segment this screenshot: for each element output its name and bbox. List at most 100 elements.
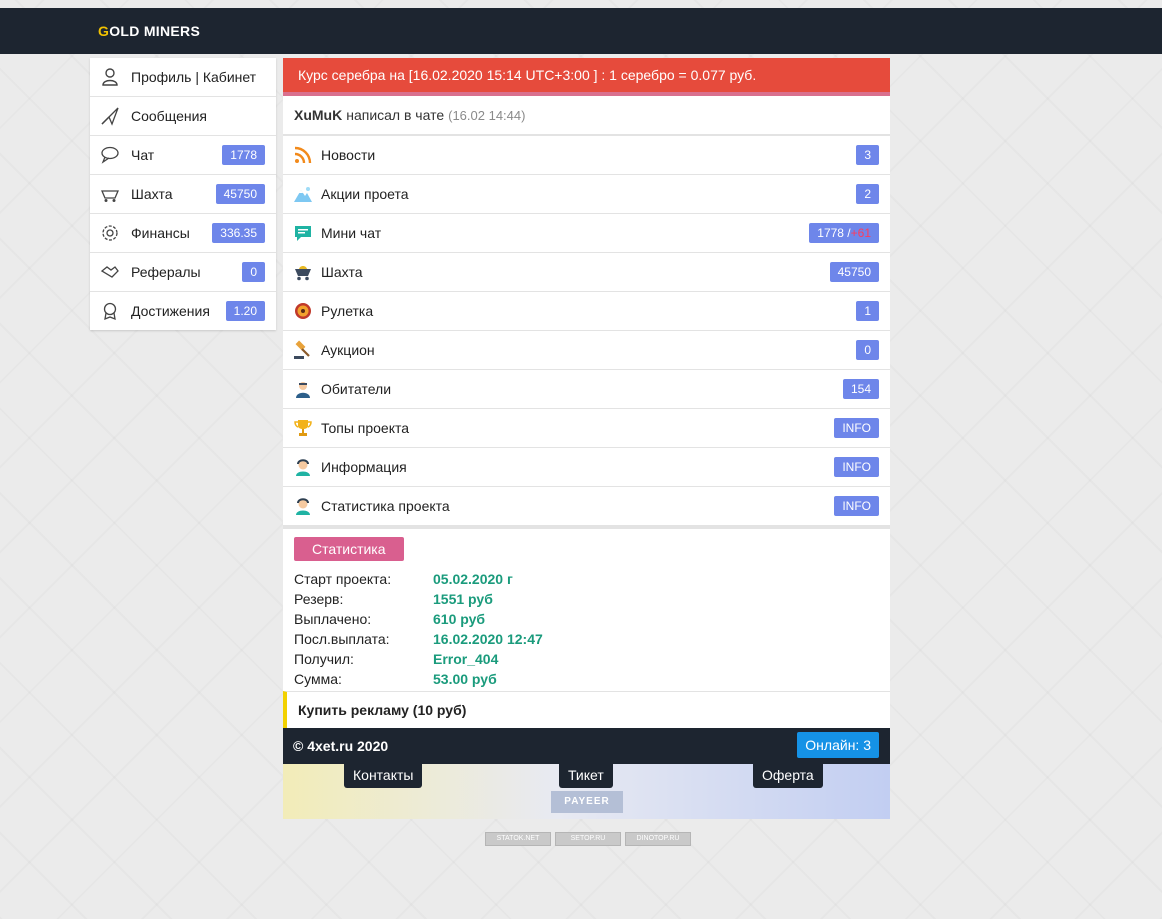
stat-key: Посл.выплата: — [294, 631, 390, 647]
offer-link[interactable]: Оферта — [753, 764, 823, 788]
menu-item-roulette[interactable]: Рулетка 1 — [283, 292, 890, 331]
message-icon — [295, 226, 311, 241]
sidebar-item-mine[interactable]: Шахта 45750 — [90, 175, 276, 214]
stat-row-start: Старт проекта: 05.02.2020 г — [294, 571, 879, 591]
sidebar-item-label: Рефералы — [131, 264, 201, 280]
stat-row-paid: Выплачено: 610 руб — [294, 611, 879, 631]
logo-letter: G — [98, 23, 110, 39]
paper-plane-icon — [101, 107, 119, 126]
stat-key: Выплачено: — [294, 611, 372, 627]
menu-item-label: Обитатели — [321, 381, 392, 397]
handshake-icon — [100, 266, 119, 278]
stat-row-reserve: Резерв: 1551 руб — [294, 591, 879, 611]
sidebar-item-finance[interactable]: Финансы 336.35 — [90, 214, 276, 253]
sidebar-item-profile[interactable]: Профиль | Кабинет — [90, 58, 276, 97]
logo-text: OLD MINERS — [109, 23, 201, 39]
mine-count-badge: 45750 — [215, 184, 265, 204]
news-count-badge: 3 — [856, 145, 879, 165]
chat-count-badge: 1778 — [222, 145, 265, 165]
buy-ad-text: Купить рекламу (10 руб) — [298, 702, 467, 718]
stat-row-last-payout: Посл.выплата: 16.02.2020 12:47 — [294, 631, 879, 651]
mini-chat-new-count: +61 — [850, 226, 871, 240]
menu-item-label: Шахта — [321, 264, 363, 280]
rss-icon — [294, 146, 312, 164]
stat-row-amount: Сумма: 53.00 руб — [294, 671, 879, 691]
main-content: Курс серебра на [16.02.2020 15:14 UTC+3:… — [283, 58, 890, 819]
sidebar-item-label: Финансы — [131, 225, 190, 241]
buy-ad-link[interactable]: Купить рекламу (10 руб) — [283, 691, 890, 728]
mine-count-badge: 45750 — [829, 262, 879, 282]
ticket-link[interactable]: Тикет — [559, 764, 613, 788]
gavel-icon — [294, 340, 310, 359]
copyright-text: © 4xet.ru 2020 — [293, 738, 389, 754]
menu-item-label: Аукцион — [321, 342, 375, 358]
sidebar-item-label: Чат — [131, 147, 155, 163]
roulette-icon — [295, 303, 311, 319]
chat-action-text: написал в чате — [346, 107, 445, 123]
achievements-badge: 1.20 — [225, 301, 265, 321]
menu-item-label: Топы проекта — [321, 420, 410, 436]
support-agent-icon — [296, 498, 310, 515]
silver-rate-banner: Курс серебра на [16.02.2020 15:14 UTC+3:… — [283, 58, 890, 96]
site-logo[interactable]: GOLD MINERS — [98, 23, 200, 39]
mini-chat-count: 1778 / — [817, 226, 851, 240]
stats-title: Статистика — [294, 537, 404, 561]
information-info-badge: INFO — [834, 457, 879, 477]
menu-item-label: Новости — [321, 147, 376, 163]
menu-item-residents[interactable]: Обитатели 154 — [283, 370, 890, 409]
sidebar: Профиль | Кабинет Сообщения Чат 1778 Шах… — [90, 58, 276, 330]
contacts-link[interactable]: Контакты — [344, 764, 423, 788]
menu-item-tops[interactable]: Топы проекта INFO — [283, 409, 890, 448]
menu-item-mini-chat[interactable]: Мини чат 1778 /+61 — [283, 214, 890, 253]
mini-chat-count-badge: 1778 /+61 — [809, 223, 879, 243]
footer-bar: © 4xet.ru 2020 Онлайн: 3 — [283, 728, 890, 764]
sidebar-item-label: Шахта — [131, 186, 173, 202]
stat-key: Получил: — [294, 651, 354, 667]
user-icon — [102, 68, 118, 86]
setop-counter[interactable]: SETOP.RU — [555, 832, 621, 846]
chat-time: (16.02 14:44) — [448, 107, 526, 123]
project-stats-info-badge: INFO — [834, 496, 879, 516]
stats-panel: Статистика Старт проекта: 05.02.2020 г Ре… — [283, 526, 890, 691]
roulette-count-badge: 1 — [856, 301, 879, 321]
menu-item-promotions[interactable]: Акции проета 2 — [283, 175, 890, 214]
stat-value: 610 руб — [433, 611, 486, 627]
sidebar-item-chat[interactable]: Чат 1778 — [90, 136, 276, 175]
online-count-button[interactable]: Онлайн: 3 — [797, 732, 879, 758]
payeer-badge[interactable]: PAYEER — [551, 791, 623, 813]
sidebar-item-label: Достижения — [131, 303, 210, 319]
menu-item-label: Рулетка — [321, 303, 374, 319]
menu-item-label: Акции проета — [321, 186, 409, 202]
menu-item-label: Информация — [321, 459, 407, 475]
residents-count-badge: 154 — [842, 379, 879, 399]
sidebar-item-messages[interactable]: Сообщения — [90, 97, 276, 136]
medal-icon — [103, 302, 117, 321]
stat-key: Старт проекта: — [294, 571, 392, 587]
last-chat-message[interactable]: XuMuK написал в чате (16.02 14:44) — [283, 96, 890, 136]
dinotop-counter[interactable]: DINOTOP.RU — [625, 832, 691, 846]
menu-item-information[interactable]: Информация INFO — [283, 448, 890, 487]
promotions-count-badge: 2 — [856, 184, 879, 204]
menu-item-auction[interactable]: Аукцион 0 — [283, 331, 890, 370]
statok-counter[interactable]: STATOK.NET — [485, 832, 551, 846]
sidebar-item-achievements[interactable]: Достижения 1.20 — [90, 292, 276, 330]
mine-cart-icon — [101, 190, 119, 202]
menu-item-project-stats[interactable]: Статистика проекта INFO — [283, 487, 890, 526]
chat-nick: XuMuK — [294, 107, 343, 123]
menu-item-label: Мини чат — [321, 225, 382, 241]
auction-count-badge: 0 — [856, 340, 879, 360]
menu-item-news[interactable]: Новости 3 — [283, 136, 890, 175]
footer-links: Контакты Тикет Оферта PAYEER — [283, 764, 890, 819]
gear-coin-icon — [102, 225, 118, 241]
stat-value: 16.02.2020 12:47 — [433, 631, 543, 647]
counter-badges: STATOK.NET SETOP.RU DINOTOP.RU — [485, 832, 691, 846]
stat-value: 05.02.2020 г — [433, 571, 513, 587]
referrals-count-badge: 0 — [242, 262, 265, 282]
trophy-icon — [294, 420, 312, 436]
stat-key: Сумма: — [294, 671, 342, 687]
people-icon — [296, 382, 310, 398]
menu-item-mine[interactable]: Шахта 45750 — [283, 253, 890, 292]
sidebar-item-referrals[interactable]: Рефералы 0 — [90, 253, 276, 292]
support-agent-icon — [296, 459, 310, 476]
mountain-icon — [294, 187, 312, 202]
